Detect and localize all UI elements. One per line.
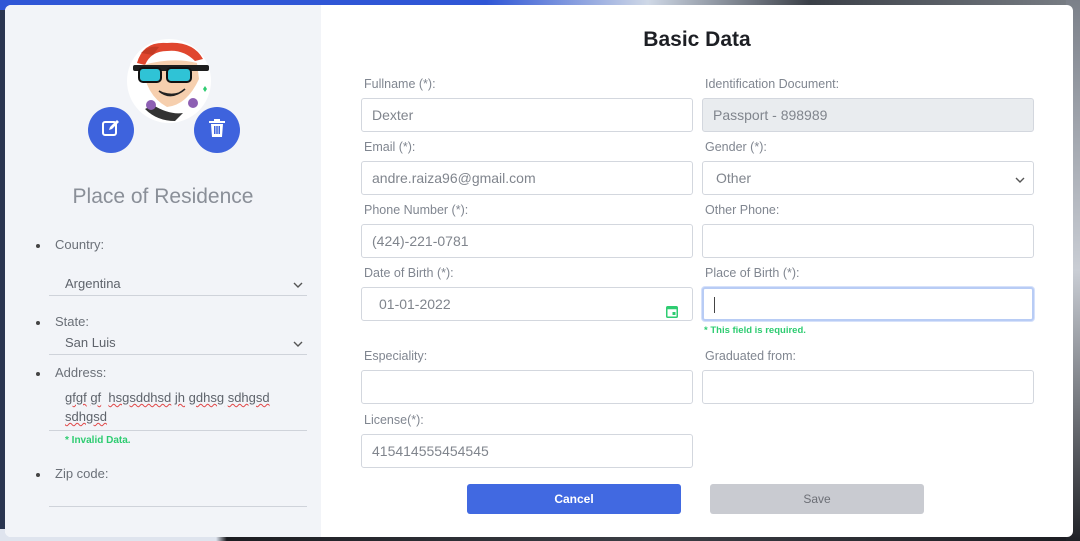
country-value: Argentina xyxy=(65,276,121,291)
address-label: Address: xyxy=(55,365,107,380)
residence-list: Country: Argentina State: San Luis Addre… xyxy=(36,237,307,507)
zip-label: Zip code: xyxy=(55,466,109,481)
identification-label: Identification Document: xyxy=(705,77,840,91)
gender-label: Gender (*): xyxy=(705,140,767,154)
email-label: Email (*): xyxy=(364,140,416,154)
address-word: hsgsddhsd xyxy=(108,390,172,405)
address-input[interactable]: gfgf gf hsgsddhsd jh gdhsg sdhgsd sdhgsd xyxy=(49,384,307,431)
edit-icon xyxy=(101,118,121,143)
zip-input[interactable] xyxy=(49,481,307,507)
place-of-birth-error: * This field is required. xyxy=(704,325,806,336)
gender-value: Other xyxy=(716,170,752,186)
license-label: License(*): xyxy=(364,413,424,427)
address-error: * Invalid Data. xyxy=(65,435,131,446)
phone-label: Phone Number (*): xyxy=(364,203,469,217)
identification-input: Passport - 898989 xyxy=(702,98,1034,132)
form-title: Basic Data xyxy=(643,28,751,51)
address-word: gfgf xyxy=(65,390,87,405)
graduated-label: Graduated from: xyxy=(705,349,797,363)
especiality-label: Especiality: xyxy=(364,349,428,363)
graduated-field: Graduated from: xyxy=(702,349,1034,404)
edit-avatar-button[interactable] xyxy=(88,107,134,153)
country-label: Country: xyxy=(55,237,105,252)
profile-modal: Place of Residence Country: Argentina St… xyxy=(5,5,1073,537)
gender-select[interactable]: Other xyxy=(702,161,1034,195)
state-item: State: xyxy=(36,314,307,329)
other-phone-label: Other Phone: xyxy=(705,203,780,217)
phone-field: Phone Number (*): (424)-221-0781 xyxy=(361,203,693,258)
address-item: Address: xyxy=(36,365,307,380)
fullname-input[interactable]: Dexter xyxy=(361,98,693,132)
dob-field: Date of Birth (*): 01-01-2022 xyxy=(361,266,693,321)
place-of-birth-field: Place of Birth (*): * This field is requ… xyxy=(702,266,1034,336)
country-item: Country: xyxy=(36,237,307,252)
state-label: State: xyxy=(55,314,89,329)
gender-field: Gender (*): Other xyxy=(702,140,1034,195)
chevron-down-icon xyxy=(293,336,303,351)
residence-title: Place of Residence xyxy=(72,185,254,208)
dob-value: 01-01-2022 xyxy=(379,296,451,312)
save-button[interactable]: Save xyxy=(710,484,924,514)
other-phone-input[interactable] xyxy=(702,224,1034,258)
graduated-input[interactable] xyxy=(702,370,1034,404)
delete-avatar-button[interactable] xyxy=(194,107,240,153)
email-field: Email (*): andre.raiza96@gmail.com xyxy=(361,140,693,195)
basic-data-form: Basic Data Fullname (*): Dexter Identifi… xyxy=(321,5,1073,537)
email-input[interactable]: andre.raiza96@gmail.com xyxy=(361,161,693,195)
calendar-icon[interactable] xyxy=(666,297,678,320)
dob-input[interactable]: 01-01-2022 xyxy=(361,287,693,321)
state-select[interactable]: San Luis xyxy=(49,331,307,355)
country-select[interactable]: Argentina xyxy=(49,272,307,296)
text-caret xyxy=(714,297,715,313)
address-word: sdhgsd xyxy=(65,409,107,424)
address-word: gf xyxy=(90,390,102,405)
fullname-label: Fullname (*): xyxy=(364,77,436,91)
especiality-field: Especiality: xyxy=(361,349,693,404)
other-phone-field: Other Phone: xyxy=(702,203,1034,258)
address-word: sdhgsd xyxy=(227,390,270,405)
fullname-field: Fullname (*): Dexter xyxy=(361,77,693,132)
address-word: jh xyxy=(174,390,186,405)
chevron-down-icon xyxy=(293,277,303,292)
license-input[interactable]: 415414555454545 xyxy=(361,434,693,468)
especiality-input[interactable] xyxy=(361,370,693,404)
cancel-button[interactable]: Cancel xyxy=(467,484,681,514)
chevron-down-icon xyxy=(1015,163,1025,194)
dob-label: Date of Birth (*): xyxy=(364,266,454,280)
license-field: License(*): 415414555454545 xyxy=(361,413,693,468)
zip-item: Zip code: xyxy=(36,466,307,481)
place-of-birth-input[interactable] xyxy=(702,287,1034,321)
trash-icon xyxy=(208,118,226,143)
place-of-birth-label: Place of Birth (*): xyxy=(705,266,800,280)
residence-panel: Place of Residence Country: Argentina St… xyxy=(5,5,321,537)
state-value: San Luis xyxy=(65,335,116,350)
identification-field: Identification Document: Passport - 8989… xyxy=(702,77,1034,132)
phone-input[interactable]: (424)-221-0781 xyxy=(361,224,693,258)
address-word: gdhsg xyxy=(188,390,225,405)
